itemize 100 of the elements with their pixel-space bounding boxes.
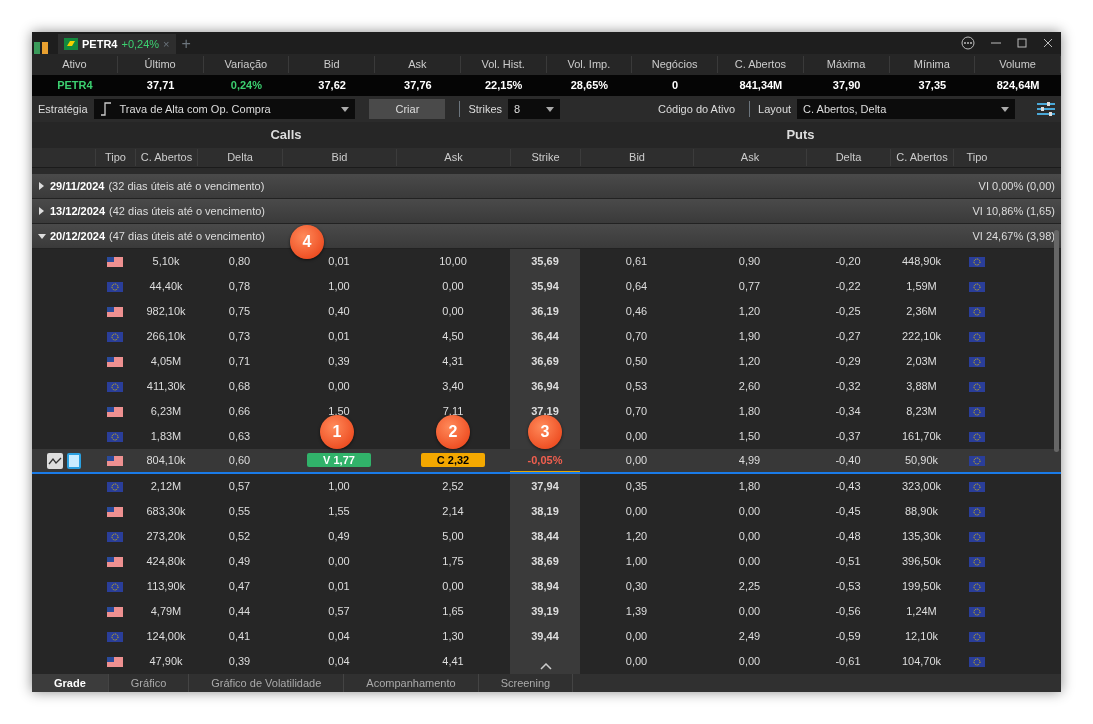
open-interest: 411,30k [145, 379, 187, 395]
delta-value: 0,47 [227, 579, 252, 595]
ask-price: 2,60 [737, 379, 762, 395]
open-interest: 323,00k [900, 479, 943, 495]
window-tab[interactable]: PETR4 +0,24% × [58, 34, 176, 54]
bid-price: 0,00 [327, 554, 351, 570]
ask-price: 4,99 [737, 453, 762, 469]
ask-price: 2,49 [737, 629, 762, 645]
strikes-dropdown[interactable]: 8 [508, 99, 560, 119]
bottom-tab[interactable]: Screening [478, 674, 574, 692]
ask-price: 1,50 [737, 429, 762, 445]
option-row[interactable]: 683,30k 0,55 1,55 2,14 38,19 0,00 0,00 -0,45 88,90k [32, 499, 1061, 524]
expiry-note: (42 dias úteis até o vencimento) [109, 203, 265, 219]
option-row[interactable]: 4,79M 0,44 0,57 1,65 39,19 1,39 0,00 -0,56 1,24M [32, 599, 1061, 624]
ask-price: 1,75 [441, 554, 465, 570]
bid-price: 0,01 [327, 329, 351, 345]
strike-change: -0,05% [527, 452, 563, 468]
column-header: Ask [693, 149, 806, 166]
delta-value: 0,71 [227, 354, 252, 370]
delta-value: -0,51 [834, 554, 862, 570]
buy-order-tag[interactable]: C 2,32 [420, 453, 486, 468]
bid-price: 0,00 [624, 429, 649, 445]
option-row[interactable]: 266,10k 0,73 0,01 4,50 36,44 0,70 1,90 -0,27 222,10k [32, 324, 1061, 349]
strategy-dropdown[interactable]: Trava de Alta com Op. Compra [93, 99, 356, 119]
column-header: Delta [197, 149, 282, 166]
ask-price: 0,00 [737, 654, 762, 670]
open-interest: 199,50k [900, 579, 943, 595]
option-row[interactable]: 5,10k 0,80 0,01 10,00 35,69 0,61 0,90 -0,20 448,90k [32, 249, 1061, 274]
bid-price: 0,04 [327, 654, 351, 670]
option-row[interactable]: 2,12M 0,57 1,00 2,52 37,94 0,35 1,80 -0,43 323,00k [32, 474, 1061, 499]
layout-dropdown[interactable]: C. Abertos, Delta [797, 99, 1015, 119]
bid-price: 0,39 [327, 354, 351, 370]
delta-value: 0,68 [227, 379, 252, 395]
strike-price: 35,69 [531, 254, 559, 270]
bottom-tab[interactable]: Gráfico de Volatilidade [189, 674, 345, 692]
delta-value: 0,75 [227, 304, 252, 320]
strategy-label: Estratégia [38, 101, 88, 117]
ask-price: 1,20 [737, 354, 762, 370]
quote-value: 37,71 [145, 78, 176, 94]
expiry-group-header[interactable]: 29/11/2024 (32 dias úteis até o vencimento) VI 0,00% (0,00) [32, 174, 1061, 199]
option-row[interactable]: 424,80k 0,49 0,00 1,75 38,69 1,00 0,00 -0,51 396,50k [32, 549, 1061, 574]
open-interest: 4,79M [149, 604, 183, 620]
settings-icon[interactable] [1037, 102, 1055, 116]
open-interest: 273,20k [145, 529, 187, 545]
add-tab-button[interactable]: + [181, 34, 191, 54]
bid-price: 0,50 [624, 354, 649, 370]
bid-price: 0,00 [624, 504, 649, 520]
ask-price: 1,80 [737, 404, 762, 420]
bid-price: 0,00 [624, 629, 649, 645]
option-row[interactable]: 273,20k 0,52 0,49 5,00 38,44 1,20 0,00 -0,48 135,30k [32, 524, 1061, 549]
ask-price: 10,00 [438, 254, 468, 270]
option-row[interactable]: 6,23M 0,66 1,50 7,11 37,19 0,70 1,80 -0,34 8,23M [32, 399, 1061, 424]
bid-price: 1,00 [327, 479, 351, 495]
option-row[interactable]: 4,05M 0,71 0,39 4,31 36,69 0,50 1,20 -0,29 2,03M [32, 349, 1061, 374]
option-row[interactable]: 804,10k 0,60 V 1,77 C 2,32 -0,05% 0,00 4,99 -0,40 50,90k [32, 449, 1061, 474]
expiry-group-header[interactable]: 13/12/2024 (42 dias úteis até o vencimento) VI 10,86% (1,65) [32, 199, 1061, 224]
ask-price: 0,90 [737, 254, 762, 270]
bottom-tab[interactable]: Gráfico [108, 674, 190, 692]
option-row[interactable]: 47,90k 0,39 0,04 4,41 0,00 0,00 -0,61 104,70k [32, 649, 1061, 674]
delta-value: 0,78 [227, 279, 252, 295]
delta-value: -0,37 [834, 429, 862, 445]
delta-value: -0,20 [834, 254, 862, 270]
column-header: Bid [289, 56, 375, 73]
column-header: Tipo [953, 149, 1000, 166]
option-row[interactable]: 124,00k 0,41 0,04 1,30 39,44 0,00 2,49 -0,59 12,10k [32, 624, 1061, 649]
open-interest: 222,10k [900, 329, 943, 345]
column-header: Mínima [889, 56, 976, 73]
option-row[interactable]: 113,90k 0,47 0,01 0,00 38,94 0,30 2,25 -0,53 199,50k [32, 574, 1061, 599]
open-interest: 804,10k [145, 453, 187, 469]
open-interest: 1,59M [905, 279, 938, 295]
open-interest: 113,90k [145, 579, 187, 595]
strike-price: 36,69 [531, 354, 559, 370]
open-interest: 424,80k [145, 554, 187, 570]
bid-price: 1,00 [624, 554, 649, 570]
bid-price: 0,01 [327, 254, 351, 270]
option-row[interactable]: 44,40k 0,78 1,00 0,00 35,94 0,64 0,77 -0,22 1,59M [32, 274, 1061, 299]
bid-price: 0,00 [624, 453, 649, 469]
create-button[interactable]: Criar [369, 99, 446, 119]
bottom-tab[interactable]: Grade [32, 674, 109, 692]
column-header: C. Abertos [718, 56, 804, 73]
more-icon [961, 36, 975, 50]
option-row[interactable]: 982,10k 0,75 0,40 0,00 36,19 0,46 1,20 -0,25 2,36M [32, 299, 1061, 324]
open-interest: 2,36M [905, 304, 938, 320]
delta-value: -0,32 [834, 379, 862, 395]
column-header: Strike [510, 149, 580, 166]
delta-value: -0,61 [834, 654, 862, 670]
ask-price: 4,41 [441, 654, 465, 670]
option-row[interactable]: 411,30k 0,68 0,00 3,40 36,94 0,53 2,60 -0,32 3,88M [32, 374, 1061, 399]
open-interest: 12,10k [904, 629, 939, 645]
strike-price: 38,94 [531, 579, 559, 595]
scrollbar-thumb[interactable] [1054, 230, 1059, 452]
open-interest: 161,70k [900, 429, 943, 445]
bid-price: 0,53 [624, 379, 649, 395]
quote-value: PETR4 [56, 78, 94, 94]
tab-symbol: PETR4 [82, 36, 118, 52]
strikes-label: Strikes [459, 100, 502, 118]
strike-price: 36,44 [531, 329, 559, 345]
strike-price: 38,69 [531, 554, 559, 570]
bottom-tab[interactable]: Acompanhamento [344, 674, 479, 692]
quote-value: 37,62 [317, 78, 347, 94]
